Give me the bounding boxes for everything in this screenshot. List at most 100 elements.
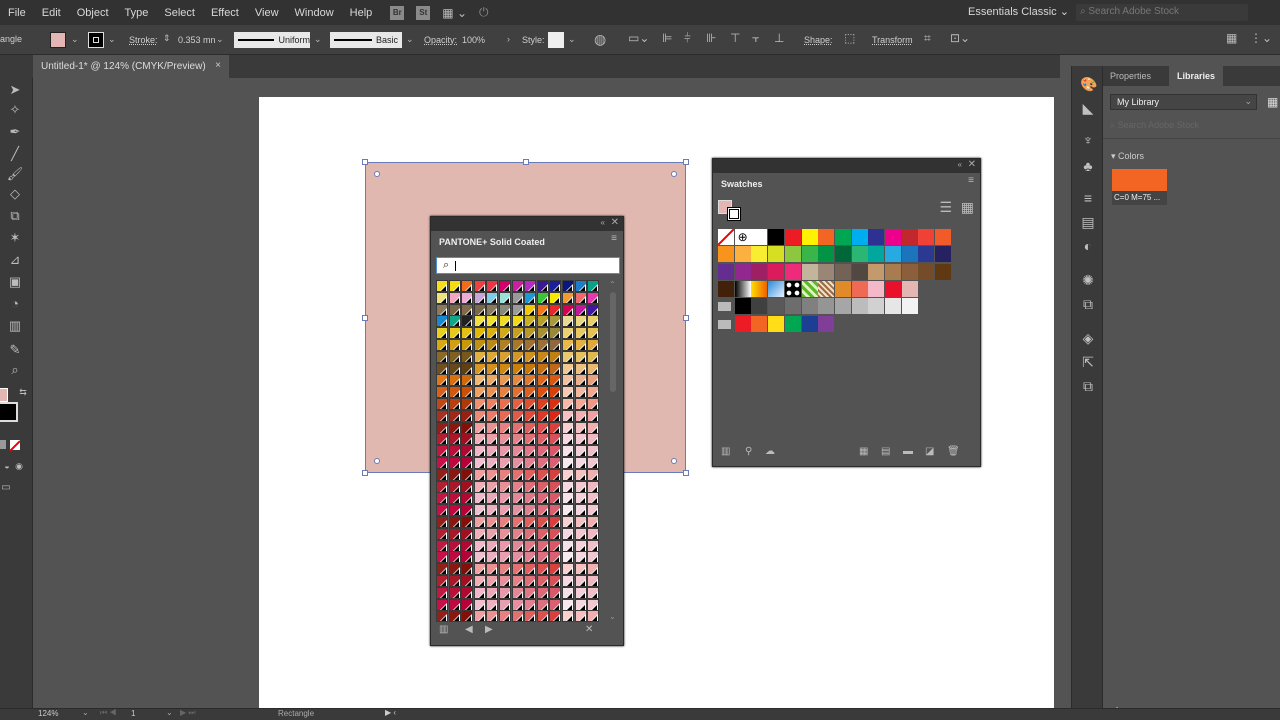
swatch[interactable] (768, 229, 785, 245)
bounding-handle-top[interactable] (523, 159, 529, 165)
pantone-swatch[interactable] (499, 421, 511, 434)
pantone-swatch[interactable] (499, 539, 511, 552)
pantone-swatch[interactable] (448, 468, 461, 481)
pantone-swatch[interactable] (562, 610, 574, 623)
pantone-swatch[interactable] (524, 457, 537, 469)
swatch[interactable] (801, 315, 818, 332)
pantone-tab[interactable]: PANTONE+ Solid Coated (431, 231, 553, 253)
align-horizontal-center-icon[interactable]: ⫩ (684, 31, 691, 46)
pantone-swatch[interactable] (587, 362, 600, 375)
pantone-swatch[interactable] (574, 398, 587, 410)
swatch-gradient-yellow[interactable] (751, 280, 768, 297)
pantone-swatch[interactable] (511, 598, 524, 611)
pantone-swatch[interactable] (524, 516, 537, 528)
pantone-swatch[interactable] (473, 551, 486, 564)
swatch[interactable] (801, 263, 818, 280)
pantone-swatch[interactable] (473, 563, 486, 576)
shape-properties-icon[interactable]: ⬚ (844, 31, 855, 45)
pantone-swatch[interactable] (536, 398, 549, 410)
swatch[interactable] (918, 246, 935, 263)
pantone-swatch[interactable] (574, 315, 587, 328)
pantone-swatch[interactable] (562, 327, 574, 340)
export-panel-icon[interactable]: ⇱ (1080, 354, 1096, 370)
pantone-swatch[interactable] (574, 610, 587, 623)
pantone-swatch[interactable] (448, 610, 461, 623)
pantone-swatch[interactable] (536, 480, 549, 493)
pantone-swatch[interactable] (461, 575, 474, 587)
pantone-swatch[interactable] (448, 362, 461, 375)
align-top-icon[interactable]: ⊤ (730, 31, 740, 45)
gradient-tool-icon[interactable]: ▣ (6, 274, 24, 290)
pantone-swatch[interactable] (587, 398, 600, 410)
pantone-swatch[interactable] (574, 339, 587, 351)
pantone-swatch[interactable] (436, 610, 448, 623)
swatch[interactable] (734, 298, 751, 315)
menu-help[interactable]: Help (342, 7, 381, 19)
graphic-styles-icon[interactable]: ⧉ (1080, 296, 1096, 312)
swatch[interactable] (901, 229, 918, 245)
pantone-swatch[interactable] (448, 457, 461, 469)
pantone-swatch[interactable] (587, 610, 600, 623)
bounding-handle-bottom-left[interactable] (362, 470, 368, 476)
pantone-swatch[interactable] (461, 586, 474, 599)
pen-tool-icon[interactable]: ✒ (6, 124, 24, 140)
fill-swatch[interactable] (50, 32, 66, 48)
swatch[interactable] (834, 246, 851, 263)
pantone-swatch[interactable] (574, 468, 587, 481)
transparency-panel-icon[interactable]: ◐ (1080, 238, 1096, 254)
brush-dropdown-icon[interactable]: ⌄ (406, 34, 414, 45)
pantone-swatch[interactable] (524, 598, 537, 611)
pantone-swatch[interactable] (536, 409, 549, 422)
variable-width-profile-select[interactable]: Uniform (234, 32, 310, 48)
swatch[interactable] (818, 298, 835, 315)
pantone-swatch[interactable] (524, 421, 537, 434)
pantone-swatch[interactable] (499, 586, 511, 599)
pantone-swatch[interactable] (486, 315, 499, 328)
pantone-swatch[interactable] (574, 327, 587, 340)
pantone-swatch[interactable] (473, 598, 486, 611)
pantone-swatch[interactable] (499, 527, 511, 540)
pantone-swatch[interactable] (486, 563, 499, 576)
pantone-swatch[interactable] (461, 610, 474, 623)
pantone-swatch[interactable] (562, 527, 574, 540)
pantone-swatch[interactable] (461, 374, 474, 387)
pantone-swatch[interactable] (524, 504, 537, 517)
clear-search-icon[interactable]: ✕ (585, 624, 593, 635)
pantone-swatch[interactable] (511, 527, 524, 540)
color-group-folder-icon[interactable] (718, 316, 734, 332)
pantone-swatch[interactable] (536, 303, 549, 316)
pantone-swatch[interactable] (562, 468, 574, 481)
swatch[interactable] (851, 263, 868, 280)
swatch[interactable] (885, 280, 901, 297)
pantone-swatch[interactable] (562, 362, 574, 375)
pantone-swatch[interactable] (486, 362, 499, 375)
swatch[interactable] (784, 298, 801, 315)
pantone-swatch[interactable] (448, 291, 461, 304)
pantone-swatch[interactable] (461, 315, 474, 328)
stroke-swatch-indicator[interactable] (727, 207, 741, 221)
stroke-swatch[interactable] (88, 32, 104, 48)
pantone-swatch[interactable] (436, 315, 448, 328)
pantone-swatch[interactable] (536, 586, 549, 599)
pantone-swatch[interactable] (486, 350, 499, 363)
panel-layout-icon[interactable]: ▦ (1226, 31, 1237, 45)
pantone-swatch[interactable] (524, 362, 537, 375)
pantone-swatch[interactable] (448, 492, 461, 505)
pantone-swatch[interactable] (562, 409, 574, 422)
align-vertical-center-icon[interactable]: ⫟ (752, 31, 759, 46)
pantone-swatch[interactable] (511, 350, 524, 363)
pantone-swatch[interactable] (499, 362, 511, 375)
pantone-swatch[interactable] (511, 327, 524, 340)
pantone-swatch[interactable] (436, 516, 448, 528)
pantone-swatch[interactable] (587, 445, 600, 458)
align-right-icon[interactable]: ⊪ (706, 31, 716, 45)
pantone-swatch[interactable] (448, 386, 461, 399)
control-bar-menu-icon[interactable]: ⋮⌄ (1250, 31, 1272, 45)
pantone-swatch[interactable] (524, 575, 537, 587)
pantone-swatch[interactable] (587, 586, 600, 599)
pantone-swatch[interactable] (486, 327, 499, 340)
pantone-swatch[interactable] (461, 303, 474, 316)
pantone-swatch[interactable] (473, 492, 486, 505)
pantone-swatch[interactable] (587, 504, 600, 517)
opacity-label[interactable]: Opacity: (424, 35, 457, 45)
